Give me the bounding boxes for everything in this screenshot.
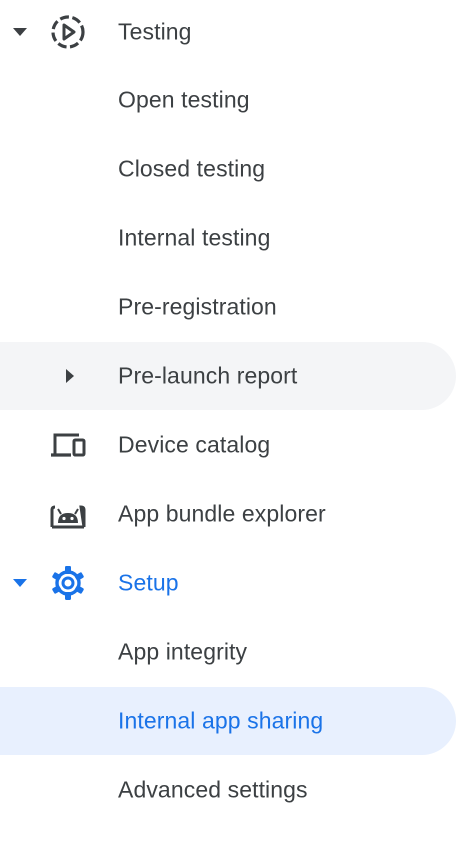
nav-section-testing-label: Testing: [118, 18, 192, 45]
devices-icon: [51, 433, 86, 457]
nav-item-internal-testing[interactable]: Internal testing: [0, 204, 456, 272]
nav-item-pre-registration[interactable]: Pre-registration: [0, 273, 456, 341]
nav-item-label: Open testing: [118, 86, 250, 113]
android-icon: [50, 505, 86, 529]
caret-down-icon[interactable]: [10, 573, 30, 593]
nav-item-label: Pre-launch report: [118, 362, 298, 389]
gear-icon: [52, 566, 84, 600]
nav-item-label: Pre-registration: [118, 293, 277, 320]
nav-item-label: Internal testing: [118, 224, 271, 251]
nav-item-label: Closed testing: [118, 155, 266, 182]
play-circle-dashed-icon: [51, 15, 85, 49]
sidebar-nav: Testing Open testing Closed testing Inte…: [0, 0, 474, 844]
nav-section-setup-label: Setup: [118, 569, 179, 596]
nav-item-open-testing[interactable]: Open testing: [0, 66, 456, 134]
nav-item-internal-app-sharing[interactable]: Internal app sharing: [0, 687, 456, 755]
nav-item-device-catalog[interactable]: Device catalog: [0, 411, 456, 479]
nav-item-label: Device catalog: [118, 431, 271, 458]
nav-item-label: App integrity: [118, 638, 248, 665]
caret-right-icon[interactable]: [60, 366, 80, 386]
caret-down-icon[interactable]: [10, 22, 30, 42]
nav-item-pre-launch-report[interactable]: Pre-launch report: [0, 342, 456, 410]
nav-item-app-integrity[interactable]: App integrity: [0, 618, 456, 686]
nav-section-testing[interactable]: Testing: [0, 0, 456, 66]
nav-item-label: App bundle explorer: [118, 500, 326, 527]
nav-item-label: Advanced settings: [118, 776, 308, 803]
nav-item-label: Internal app sharing: [118, 707, 324, 734]
nav-item-app-bundle-explorer[interactable]: App bundle explorer: [0, 480, 456, 548]
nav-section-setup[interactable]: Setup: [0, 549, 456, 617]
nav-item-closed-testing[interactable]: Closed testing: [0, 135, 456, 203]
nav-item-advanced-settings[interactable]: Advanced settings: [0, 756, 456, 824]
